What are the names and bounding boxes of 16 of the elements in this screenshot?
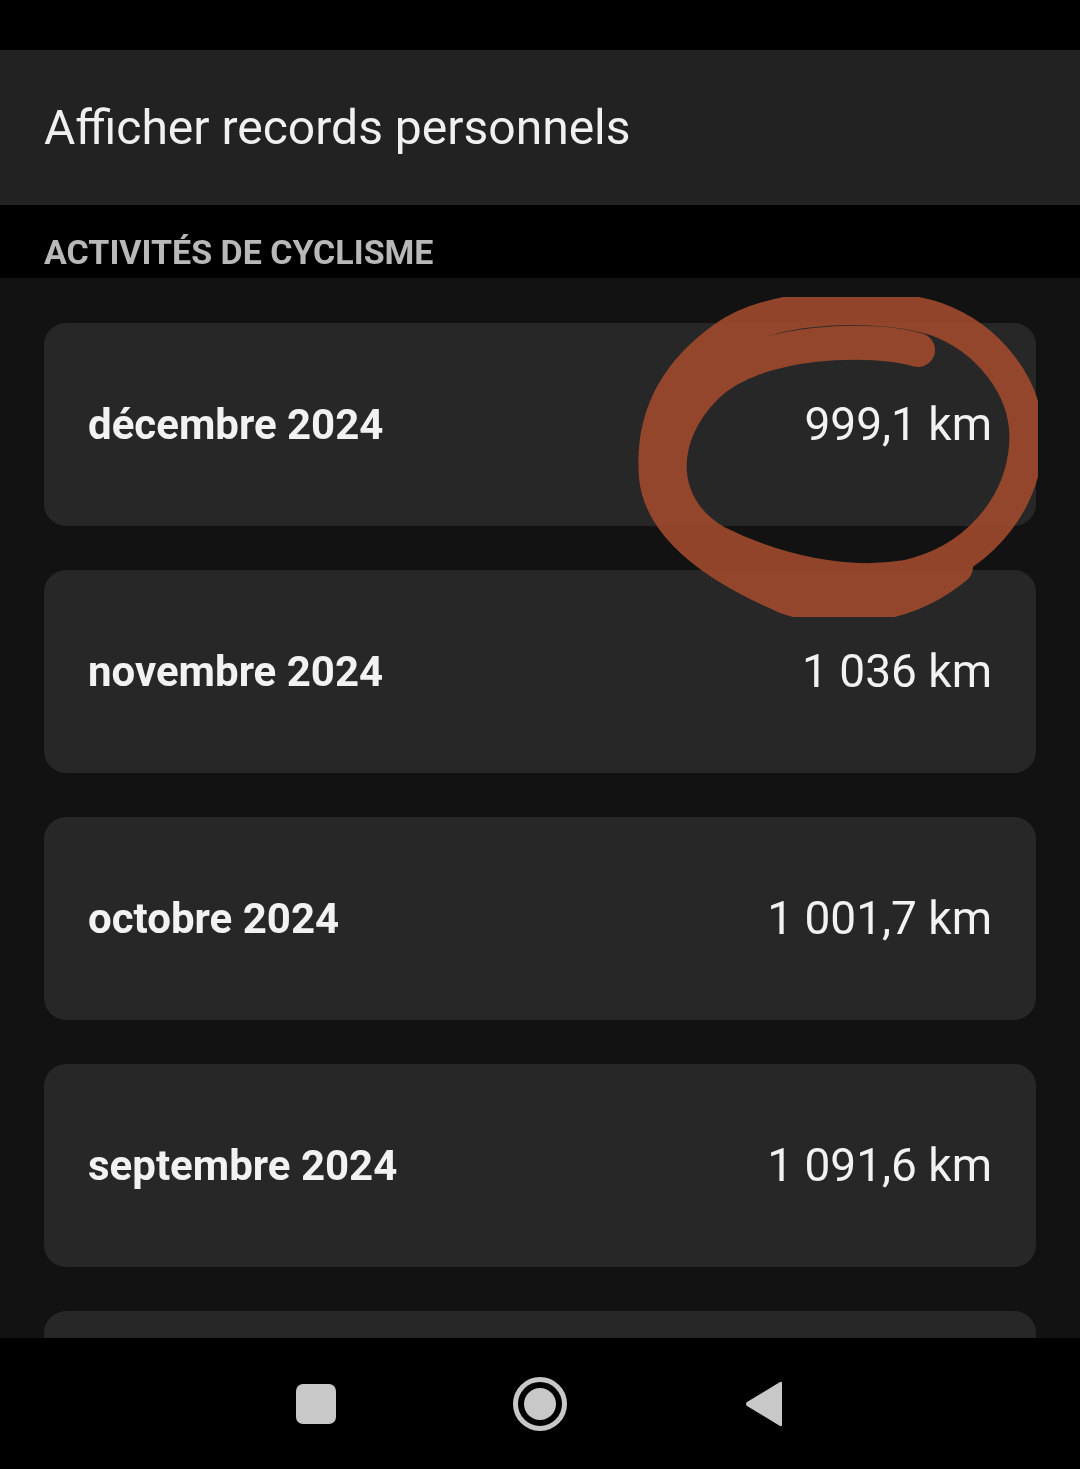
page-title: Afficher records personnels <box>44 97 631 158</box>
home-icon[interactable] <box>512 1375 568 1432</box>
month-label: décembre 2024 <box>88 399 384 451</box>
distance-value: 1 091,6 km <box>767 1137 992 1194</box>
distance-value: 999,1 km <box>804 396 992 453</box>
recents-icon[interactable] <box>296 1383 336 1424</box>
section-heading: ACTIVITÉS DE CYCLISME <box>44 231 434 274</box>
month-label: septembre 2024 <box>88 1140 398 1192</box>
record-row[interactable]: novembre 2024 1 036 km <box>44 570 1036 773</box>
distance-value: 1 001,7 km <box>767 890 992 947</box>
month-label: octobre 2024 <box>88 893 340 945</box>
record-row[interactable]: octobre 2024 1 001,7 km <box>44 817 1036 1020</box>
back-icon[interactable] <box>744 1380 784 1427</box>
record-row[interactable]: septembre 2024 1 091,6 km <box>44 1064 1036 1267</box>
distance-value: 1 036 km <box>802 643 992 700</box>
month-label: novembre 2024 <box>88 646 384 698</box>
